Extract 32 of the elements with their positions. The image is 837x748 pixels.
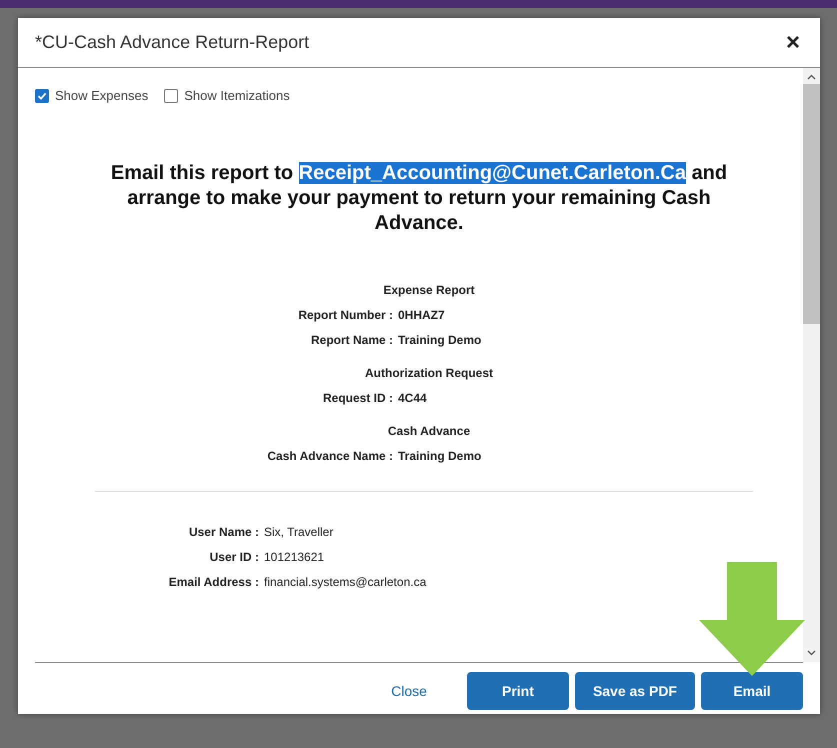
section-title: Authorization Request <box>365 365 493 382</box>
scroll-down-icon[interactable] <box>807 650 816 656</box>
close-link[interactable]: Close <box>385 682 433 700</box>
field-value: 0HHAZ7 <box>398 307 446 324</box>
field-value: financial.systems@carleton.ca <box>264 574 428 591</box>
action-button[interactable]: Save as PDF <box>574 672 695 710</box>
field-value: Training Demo <box>398 448 482 465</box>
scrollbar[interactable] <box>803 68 820 662</box>
field-label: Email Address : <box>168 574 259 591</box>
down-arrow-icon <box>699 562 805 676</box>
field-label: Report Number : <box>297 307 393 324</box>
checkbox-label: Show Itemizations <box>184 88 290 103</box>
checkbox[interactable] <box>35 88 49 102</box>
field-label: User Name : <box>188 524 259 541</box>
section-title: Cash Advance <box>388 423 470 440</box>
field-label: Report Name : <box>310 332 393 349</box>
field-value: Training Demo <box>398 332 482 349</box>
section-title: Expense Report <box>383 282 475 299</box>
dialog-title: *CU-Cash Advance Return-Report <box>35 32 310 53</box>
field-label: User ID : <box>208 549 259 566</box>
field-label: Cash Advance Name : <box>266 448 393 465</box>
field-value: 101213621 <box>264 549 326 566</box>
checkbox[interactable] <box>164 88 178 102</box>
checkbox-label: Show Expenses <box>55 88 148 103</box>
email-instruction: Email this report to Receipt_Accounting@Cunet.Carleton.Ca and arrange to make your payment to return your remaining Cash Advance. <box>110 161 728 236</box>
action-button[interactable]: Print <box>466 672 569 710</box>
close-button[interactable]: × <box>786 30 800 54</box>
field-label: Request ID : <box>322 390 393 407</box>
field-value: 4C44 <box>398 390 428 407</box>
field-value: Six, Traveller <box>264 524 334 541</box>
action-button[interactable]: Email <box>701 672 803 710</box>
scroll-up-icon[interactable] <box>807 74 816 80</box>
